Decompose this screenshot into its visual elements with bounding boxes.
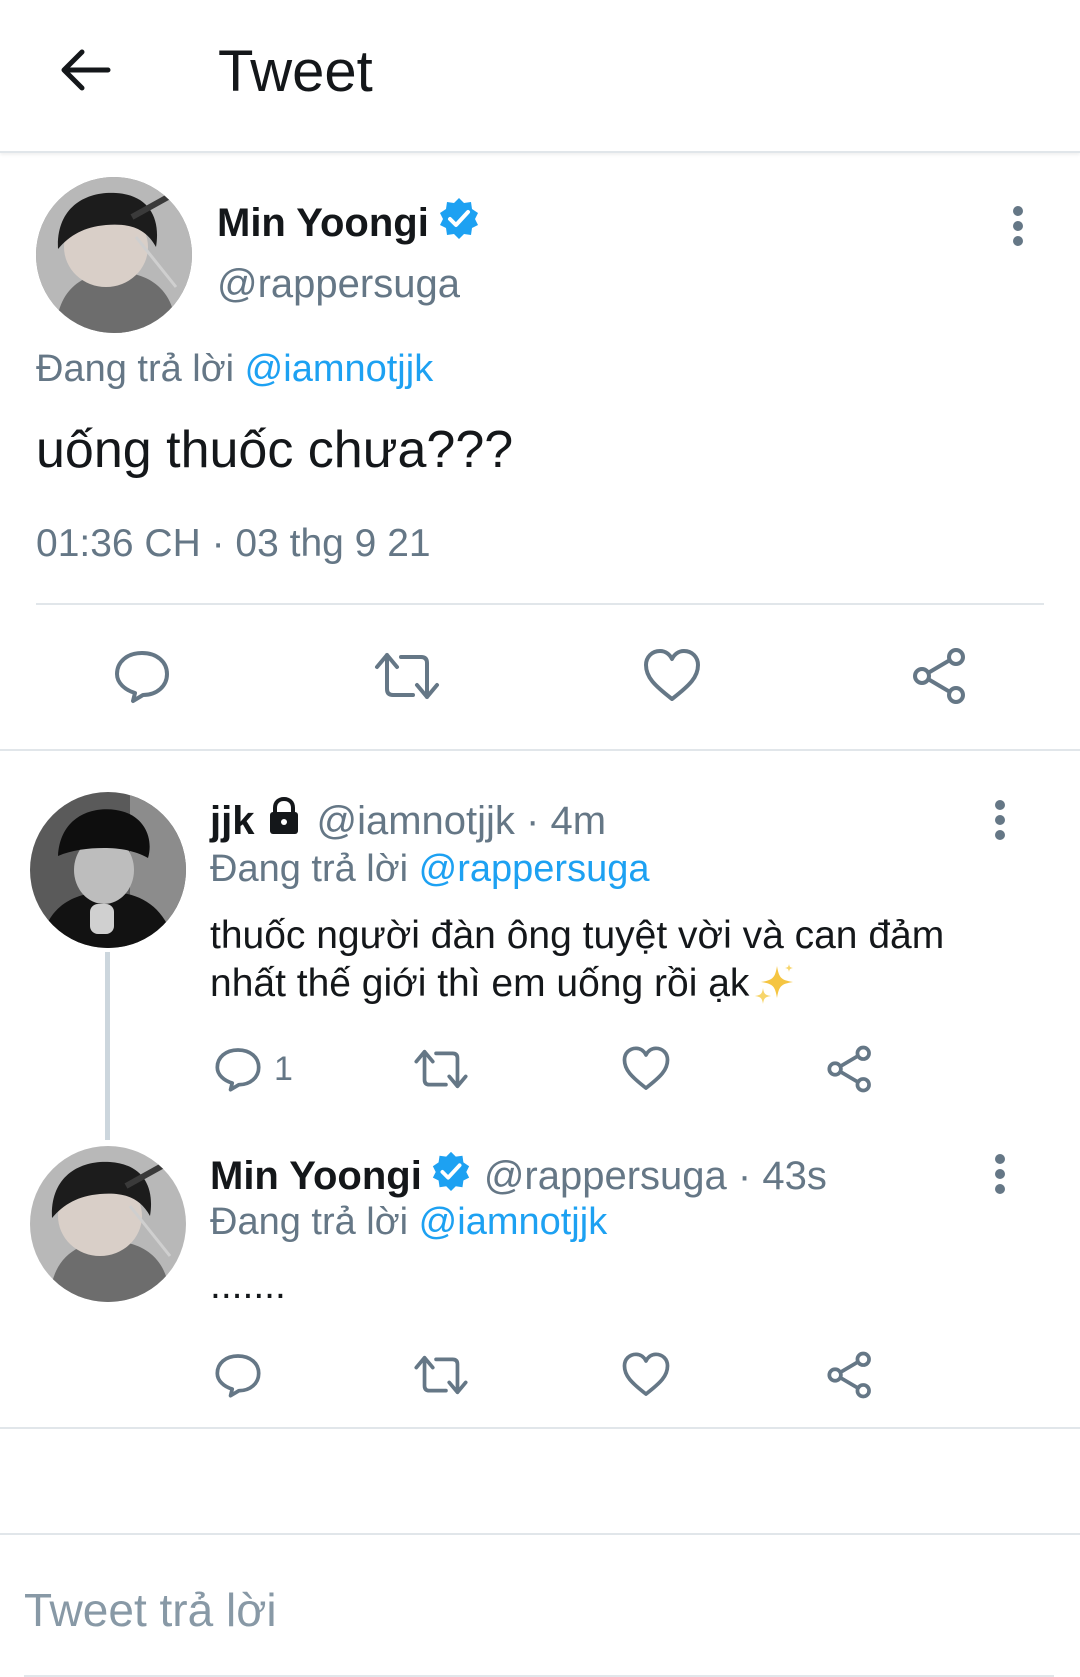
author-name-row[interactable]: Min Yoongi bbox=[217, 196, 481, 250]
like-button[interactable] bbox=[621, 1045, 671, 1093]
back-button[interactable] bbox=[50, 40, 120, 100]
share-button[interactable] bbox=[825, 1351, 875, 1399]
replying-prefix: Đang trả lời bbox=[210, 848, 409, 890]
replying-prefix: Đang trả lời bbox=[210, 1201, 409, 1243]
reply-count: 1 bbox=[274, 1049, 293, 1088]
tweet-text: thuốc người đàn ông tuyệt vời và can đảm… bbox=[210, 912, 1040, 1008]
more-vertical-icon bbox=[995, 800, 1005, 840]
more-options-button[interactable] bbox=[980, 1144, 1020, 1204]
heart-icon bbox=[622, 1352, 670, 1396]
reply-button[interactable]: 1 bbox=[214, 1045, 293, 1093]
more-options-button[interactable] bbox=[980, 790, 1020, 850]
reply-input[interactable] bbox=[24, 1575, 1054, 1645]
author-handle: @rappersuga · 43s bbox=[483, 1153, 827, 1198]
replying-to: Đang trả lời @rappersuga bbox=[210, 848, 650, 891]
comment-icon bbox=[215, 1354, 261, 1398]
replying-prefix: Đang trả lời bbox=[36, 348, 235, 390]
mention-link[interactable]: @iamnotjjk bbox=[419, 1201, 608, 1243]
reply-header[interactable]: Min Yoongi @rappersuga · 43s bbox=[210, 1150, 827, 1202]
verified-badge-icon bbox=[437, 196, 481, 250]
comment-icon bbox=[215, 1048, 261, 1092]
author-handle[interactable]: @rappersuga bbox=[217, 262, 460, 307]
retweet-icon bbox=[414, 1355, 468, 1395]
thread-connector bbox=[105, 952, 110, 1140]
tweet-text-line: nhất thế giới thì em uống rồi ạk bbox=[210, 960, 1040, 1008]
page-title: Tweet bbox=[218, 39, 373, 104]
reply-button[interactable] bbox=[113, 647, 171, 705]
tweet-text-line: thuốc người đàn ông tuyệt vời và can đảm bbox=[210, 914, 945, 957]
comment-icon bbox=[115, 651, 169, 703]
author-name: Min Yoongi bbox=[210, 1153, 422, 1198]
tweet-text: uống thuốc chưa??? bbox=[36, 421, 514, 479]
avatar[interactable] bbox=[36, 177, 192, 333]
share-button[interactable] bbox=[910, 647, 970, 705]
retweet-button[interactable] bbox=[373, 647, 441, 705]
tweet-text: ....... bbox=[210, 1264, 286, 1307]
arrow-left-icon bbox=[61, 49, 111, 91]
lock-icon bbox=[264, 796, 304, 846]
section-divider bbox=[0, 1427, 1080, 1429]
like-button[interactable] bbox=[642, 647, 702, 705]
sparkles-icon bbox=[755, 964, 794, 1004]
share-icon bbox=[913, 648, 965, 704]
replying-to: Đang trả lời @iamnotjjk bbox=[36, 348, 433, 391]
verified-badge-icon bbox=[430, 1150, 472, 1202]
share-icon bbox=[827, 1045, 871, 1093]
reply-header[interactable]: jjk @iamnotjjk · 4m bbox=[210, 796, 606, 846]
section-divider bbox=[0, 749, 1080, 751]
retweet-icon bbox=[414, 1049, 468, 1089]
avatar[interactable] bbox=[30, 1146, 186, 1302]
heart-icon bbox=[622, 1046, 670, 1090]
avatar[interactable] bbox=[30, 792, 186, 948]
mention-link[interactable]: @rappersuga bbox=[419, 848, 650, 890]
share-icon bbox=[827, 1351, 871, 1399]
heart-icon bbox=[644, 649, 700, 701]
more-vertical-icon bbox=[1013, 206, 1023, 246]
tweet-timestamp[interactable]: 01:36 CH · 03 thg 9 21 bbox=[36, 522, 431, 566]
more-options-button[interactable] bbox=[998, 196, 1038, 256]
replying-to: Đang trả lời @iamnotjjk bbox=[210, 1201, 607, 1244]
compose-reply-bar bbox=[0, 1533, 1080, 1677]
author-name: Min Yoongi bbox=[217, 200, 429, 245]
mention-link[interactable]: @iamnotjjk bbox=[245, 348, 434, 390]
top-bar: Tweet bbox=[0, 0, 1080, 153]
reply-button[interactable] bbox=[214, 1351, 262, 1399]
retweet-button[interactable] bbox=[413, 1045, 469, 1093]
author-handle: @iamnotjjk · 4m bbox=[316, 798, 607, 843]
author-name: jjk bbox=[210, 798, 255, 843]
like-button[interactable] bbox=[621, 1351, 671, 1399]
share-button[interactable] bbox=[825, 1045, 875, 1093]
retweet-button[interactable] bbox=[413, 1351, 469, 1399]
more-vertical-icon bbox=[995, 1154, 1005, 1194]
divider bbox=[36, 603, 1044, 605]
retweet-icon bbox=[375, 653, 439, 699]
